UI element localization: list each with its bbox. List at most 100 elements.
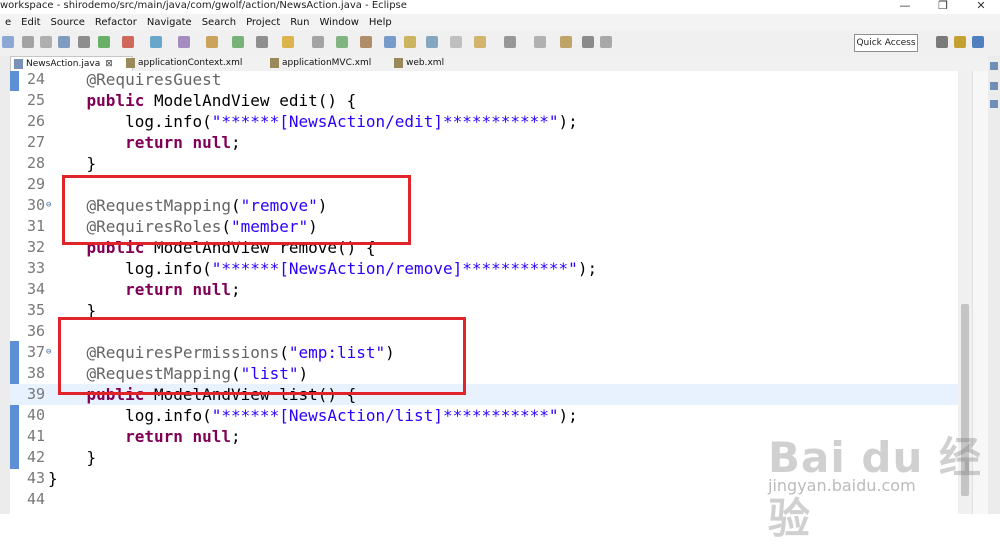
toolbar: [0, 30, 1000, 57]
line-number: 26: [26, 112, 45, 130]
code-line[interactable]: 27 return null;: [10, 132, 958, 153]
tab-label: web.xml: [406, 58, 445, 68]
line-number: 33: [26, 259, 45, 277]
line-number: 32: [26, 238, 45, 256]
code-line[interactable]: 40 log.info("******[NewsAction/list]****…: [10, 405, 958, 426]
java-ee-perspective-icon[interactable]: [954, 36, 966, 48]
show-whitespace-icon[interactable]: [404, 36, 416, 48]
java-perspective-icon[interactable]: [972, 36, 984, 48]
line-number: 31: [26, 217, 45, 235]
close-tab-icon[interactable]: ⊠: [105, 59, 113, 69]
menu-item[interactable]: Help: [364, 17, 397, 28]
line-number: 38: [26, 364, 45, 382]
left-trim: [0, 56, 10, 514]
code-line[interactable]: 25 public ModelAndView edit() {: [10, 90, 958, 111]
code-text: return null;: [125, 427, 241, 446]
menu-item[interactable]: Search: [197, 17, 241, 28]
menu-item[interactable]: Source: [46, 17, 90, 28]
code-text: @RequiresGuest: [86, 71, 222, 89]
code-text: log.info("******[NewsAction/remove]*****…: [48, 259, 598, 278]
prev-annotation-icon[interactable]: [450, 36, 462, 48]
tab-web-xml[interactable]: web.xml: [391, 56, 478, 70]
block-icon[interactable]: [384, 36, 396, 48]
java-perspective-icon[interactable]: [600, 36, 612, 48]
code-line[interactable]: 33 log.info("******[NewsAction/remove]**…: [10, 258, 958, 279]
line-number: 42: [26, 448, 45, 466]
baidu-watermark: Bai du 经验 jingyan.baidu.com: [768, 424, 996, 543]
next-annotation-icon[interactable]: [426, 36, 438, 48]
run-icon[interactable]: [122, 36, 134, 48]
line-number: 39: [26, 385, 45, 403]
line-number: 36: [26, 322, 45, 340]
editor-tabs: NewsAction.java ⊠ applicationContext.xml ap…: [10, 56, 988, 72]
menu-item[interactable]: Navigate: [142, 17, 197, 28]
menu-item[interactable]: e: [0, 17, 16, 28]
code-line[interactable]: 34 return null;: [10, 279, 958, 300]
task-list-icon[interactable]: [990, 82, 998, 90]
code-text: }: [48, 448, 97, 467]
code-text: }: [48, 469, 58, 488]
task-icon[interactable]: [256, 36, 268, 48]
code-text: log.info("******[NewsAction/edit]*******…: [48, 112, 578, 131]
line-number: 44: [26, 490, 45, 508]
new-class-icon[interactable]: [178, 36, 190, 48]
menu-item[interactable]: Window: [314, 17, 363, 28]
code-text: }: [48, 154, 97, 173]
code-text: return null;: [125, 133, 241, 152]
menu-bar: e Edit Source Refactor Navigate Search Project…: [0, 14, 1000, 30]
menu-item[interactable]: Edit: [16, 17, 45, 28]
new-icon[interactable]: [2, 36, 14, 48]
annotation-box-list: [58, 317, 466, 395]
tab-applicationmvc-xml[interactable]: applicationMVC.xml: [267, 56, 400, 70]
close-button[interactable]: ✕: [962, 0, 1000, 14]
line-number: 43: [26, 469, 45, 487]
view-icon[interactable]: [990, 100, 998, 108]
terminal-icon[interactable]: [78, 36, 90, 48]
debug-icon[interactable]: [98, 36, 110, 48]
line-number: 30: [26, 196, 45, 214]
pin-icon[interactable]: [560, 36, 572, 48]
code-line[interactable]: 26 log.info("******[NewsAction/edit]****…: [10, 111, 958, 132]
line-number: 29: [26, 175, 45, 193]
perspective-icon[interactable]: [312, 36, 324, 48]
line-number: 35: [26, 301, 45, 319]
window-title: workspace - shirodemo/src/main/java/com/…: [0, 0, 407, 11]
minimize-button[interactable]: —: [886, 0, 924, 14]
toggle-mark-icon[interactable]: [336, 36, 348, 48]
line-number: 34: [26, 280, 45, 298]
open-perspective-icon[interactable]: [582, 36, 594, 48]
tab-newsaction-java[interactable]: NewsAction.java ⊠: [10, 56, 133, 71]
xml-file-icon: [394, 58, 403, 68]
code-text: log.info("******[NewsAction/list]*******…: [48, 406, 578, 425]
quick-access-input[interactable]: Quick Access: [854, 34, 918, 52]
menu-item[interactable]: Refactor: [90, 17, 142, 28]
open-perspective-icon[interactable]: [936, 36, 948, 48]
window-controls: — ❐ ✕: [886, 0, 1000, 14]
menu-item[interactable]: Run: [285, 17, 314, 28]
forward-icon[interactable]: [534, 36, 546, 48]
print-icon[interactable]: [58, 36, 70, 48]
code-line[interactable]: 28 }: [10, 153, 958, 174]
last-edit-icon[interactable]: [474, 36, 486, 48]
back-icon[interactable]: [504, 36, 516, 48]
tab-label: NewsAction.java: [26, 59, 101, 69]
watermark-url: jingyan.baidu.com: [768, 476, 916, 495]
line-number: 41: [26, 427, 45, 445]
line-number: 28: [26, 154, 45, 172]
title-bar: workspace - shirodemo/src/main/java/com/…: [0, 0, 1000, 14]
search-icon[interactable]: [232, 36, 244, 48]
menu-item[interactable]: Project: [241, 17, 285, 28]
code-line[interactable]: 24 @RequiresGuest: [10, 71, 958, 90]
annotation-box-remove: [62, 175, 411, 245]
code-text: public ModelAndView edit() {: [86, 91, 357, 110]
annotation-icon[interactable]: [282, 36, 294, 48]
external-tools-icon[interactable]: [150, 36, 162, 48]
save-icon[interactable]: [22, 36, 34, 48]
tab-applicationcontext-xml[interactable]: applicationContext.xml: [123, 56, 276, 70]
save-all-icon[interactable]: [40, 36, 52, 48]
highlight-icon[interactable]: [360, 36, 372, 48]
line-number: 37: [26, 343, 45, 361]
open-type-icon[interactable]: [206, 36, 218, 48]
outline-icon[interactable]: [990, 62, 998, 70]
restore-button[interactable]: ❐: [924, 0, 962, 14]
